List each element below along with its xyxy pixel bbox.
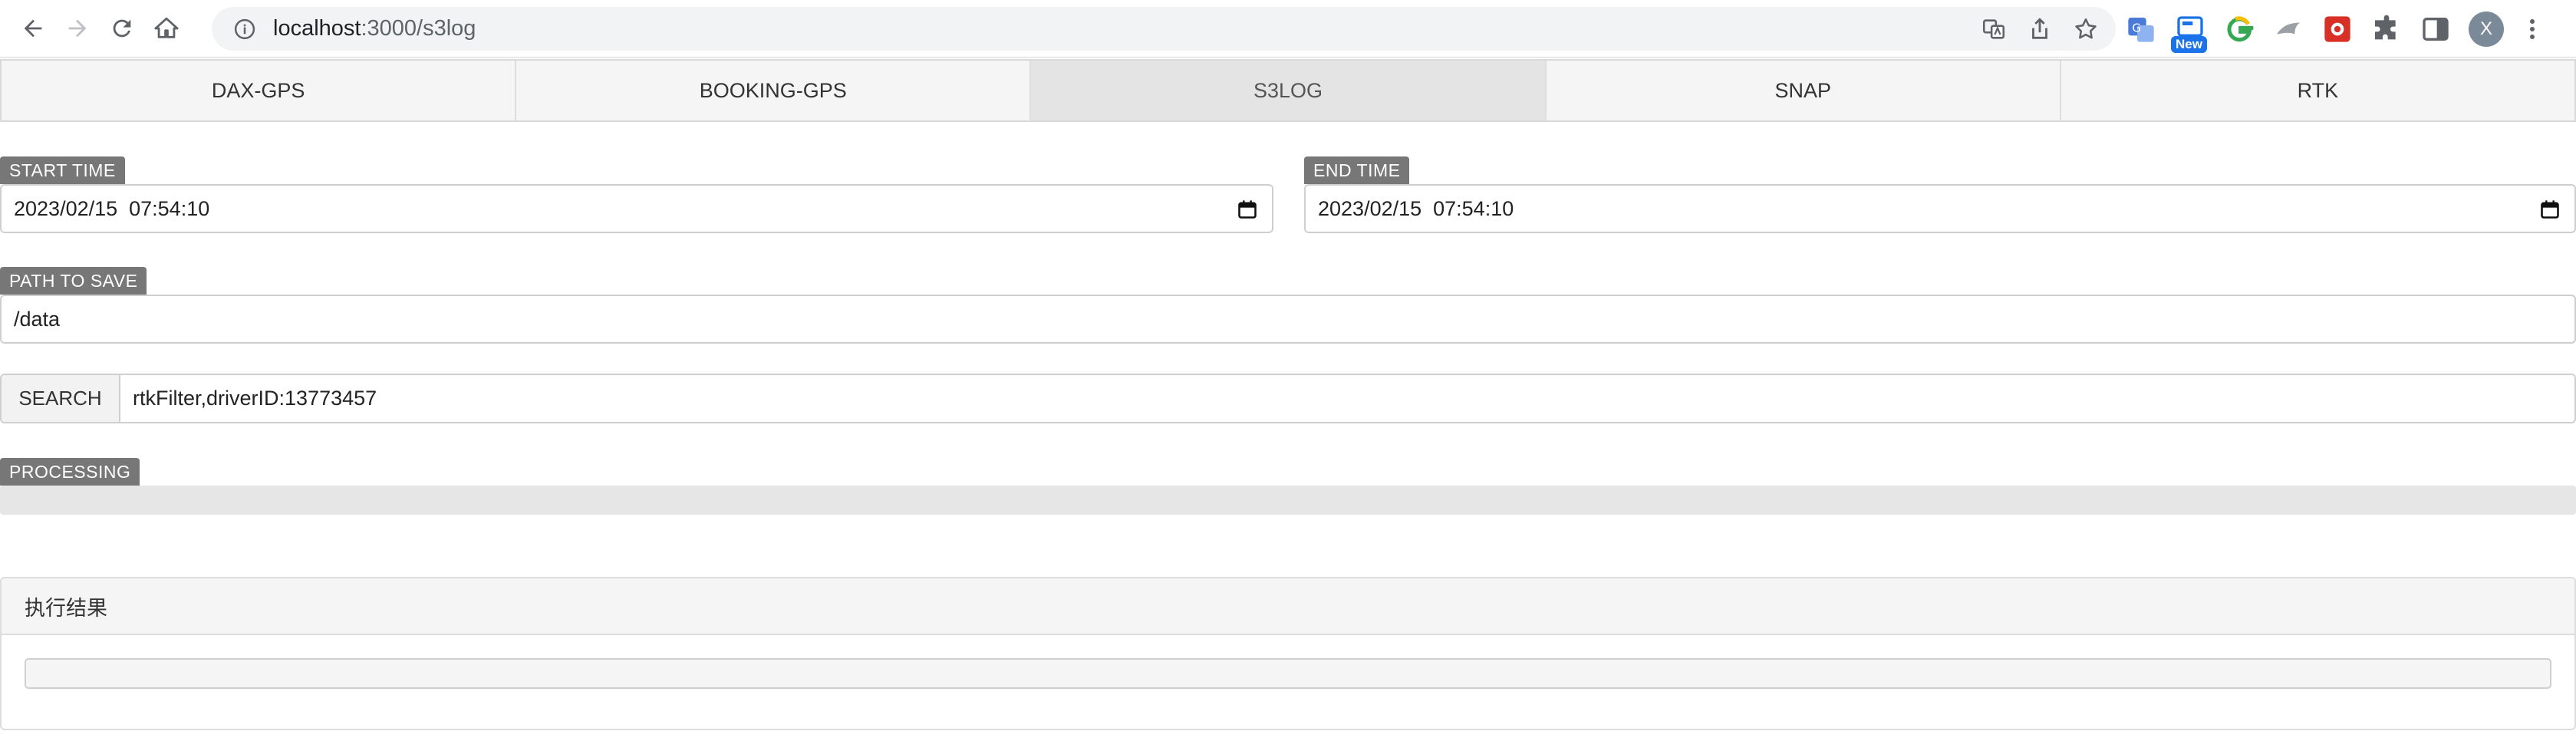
- browser-toolbar: localhost:3000/s3log G New X: [0, 0, 2576, 58]
- tab-rtk[interactable]: RTK: [2061, 61, 2574, 120]
- calendar-icon[interactable]: [1237, 199, 1258, 220]
- end-time-value: 2023/02/15 07:54:10: [1318, 196, 1514, 220]
- arrow-right-icon: [68, 19, 87, 38]
- red-tool-extension-icon[interactable]: [2321, 13, 2354, 45]
- arrow-left-icon: [24, 19, 42, 38]
- translate-extension-icon[interactable]: G: [2125, 13, 2157, 45]
- result-panel-title: 执行结果: [2, 578, 2574, 635]
- url-host: localhost: [273, 16, 361, 41]
- start-time-input[interactable]: 2023/02/15 07:54:10: [0, 184, 1273, 233]
- search-button[interactable]: SEARCH: [2, 375, 120, 422]
- calendar-icon[interactable]: [2539, 199, 2561, 220]
- new-extension-icon[interactable]: New: [2171, 13, 2207, 53]
- tab-s3log[interactable]: S3LOG: [1031, 61, 1547, 120]
- path-to-save-input[interactable]: /data: [0, 295, 2576, 344]
- path-to-save-label: PATH TO SAVE: [0, 267, 147, 295]
- new-badge: New: [2171, 35, 2207, 53]
- search-group: SEARCH rtkFilter,driverID:13773457: [0, 374, 2576, 423]
- dart-extension-icon[interactable]: [2272, 13, 2304, 45]
- info-icon[interactable]: [233, 18, 256, 41]
- svg-text:G: G: [2132, 21, 2141, 35]
- start-time-label: START TIME: [0, 156, 125, 184]
- home-button[interactable]: [144, 6, 189, 51]
- share-icon[interactable]: [2027, 16, 2053, 42]
- profile-avatar[interactable]: X: [2469, 11, 2504, 47]
- omnibox-actions: [1981, 7, 2099, 51]
- app-tab-bar: DAX-GPS BOOKING-GPS S3LOG SNAP RTK: [0, 59, 2576, 122]
- tab-dax-gps[interactable]: DAX-GPS: [2, 61, 517, 120]
- puzzle-extensions-icon[interactable]: [2370, 13, 2403, 45]
- search-input[interactable]: rtkFilter,driverID:13773457: [120, 375, 2574, 422]
- forward-button[interactable]: [55, 6, 100, 51]
- side-panel-icon[interactable]: [2420, 13, 2452, 45]
- translate-icon[interactable]: [1981, 16, 2007, 42]
- tab-booking-gps[interactable]: BOOKING-GPS: [516, 61, 1032, 120]
- menu-kebab-icon[interactable]: [2521, 13, 2544, 45]
- home-icon: [154, 17, 179, 38]
- extensions-bar: G New X: [2125, 7, 2544, 53]
- url-path: :3000/s3log: [361, 16, 476, 41]
- address-bar[interactable]: localhost:3000/s3log: [212, 7, 2116, 51]
- grammarly-extension-icon[interactable]: [2223, 13, 2255, 45]
- end-time-input[interactable]: 2023/02/15 07:54:10: [1304, 184, 2576, 233]
- start-time-value: 2023/02/15 07:54:10: [14, 196, 210, 220]
- processing-label: PROCESSING: [0, 458, 140, 486]
- tab-snap[interactable]: SNAP: [1547, 61, 2061, 120]
- result-panel: 执行结果: [0, 577, 2576, 730]
- bookmark-star-icon[interactable]: [2073, 16, 2099, 42]
- result-panel-body: [2, 635, 2574, 712]
- result-output: [25, 658, 2551, 689]
- reload-icon: [113, 19, 131, 38]
- path-value: /data: [14, 307, 61, 331]
- back-button[interactable]: [11, 6, 55, 51]
- reload-button[interactable]: [100, 6, 144, 51]
- end-time-label: END TIME: [1304, 156, 1410, 184]
- processing-progress-bar: [0, 486, 2576, 515]
- search-value: rtkFilter,driverID:13773457: [133, 387, 377, 410]
